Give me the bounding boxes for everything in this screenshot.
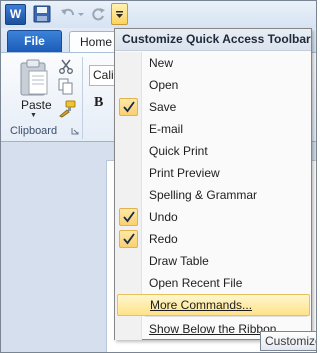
bold-button[interactable]: B [94, 95, 103, 111]
cut-icon[interactable] [58, 58, 74, 74]
chevron-down-icon [78, 13, 84, 16]
menu-item-open-recent-file[interactable]: Open Recent File [115, 272, 311, 294]
menu-item-label: New [149, 56, 174, 70]
menu-item-open[interactable]: Open [115, 74, 311, 96]
checkmark-icon [119, 230, 138, 248]
menu-item-label: Redo [149, 232, 178, 246]
checkmark-icon [119, 208, 138, 226]
menu-header: Customize Quick Access Toolbar [115, 29, 311, 51]
menu-item-quick-print[interactable]: Quick Print [115, 140, 311, 162]
redo-icon [92, 8, 105, 21]
menu-item-label: Show Below the Ribbon [149, 322, 277, 336]
menu-item-save[interactable]: Save [115, 96, 311, 118]
copy-icon[interactable] [58, 78, 74, 96]
undo-qat-button[interactable] [60, 4, 76, 25]
menu-item-label: E-mail [149, 122, 184, 136]
customize-qat-menu: Customize Quick Access Toolbar New Open … [114, 28, 312, 340]
menu-item-label: More Commands... [150, 298, 253, 312]
menu-item-draw-table[interactable]: Draw Table [115, 250, 311, 272]
menu-item-redo[interactable]: Redo [115, 228, 311, 250]
undo-icon [61, 8, 74, 16]
format-painter-icon[interactable] [58, 100, 76, 118]
menu-item-label: Save [149, 100, 177, 114]
save-icon [33, 5, 51, 23]
tab-file[interactable]: File [7, 30, 62, 52]
clipboard-icon [20, 59, 48, 96]
menu-item-label: Print Preview [149, 166, 220, 180]
menu-item-label: Undo [149, 210, 178, 224]
clipboard-group-label: Clipboard [10, 125, 58, 137]
menu-item-label: Spelling & Grammar [149, 188, 258, 202]
customize-qat-button[interactable] [111, 3, 128, 25]
redo-qat-button[interactable] [90, 4, 106, 25]
checkmark-icon [119, 98, 138, 116]
word-window: W File Home Paste ▼ Clipboard Calib B Cu… [0, 0, 317, 353]
dialog-launcher-icon[interactable] [71, 127, 79, 135]
menu-item-spelling-grammar[interactable]: Spelling & Grammar [115, 184, 311, 206]
menu-separator [145, 316, 307, 317]
menu-item-new[interactable]: New [115, 52, 311, 74]
chevron-down-icon: ▼ [30, 112, 37, 119]
paste-label: Paste [21, 98, 52, 112]
paste-button[interactable]: Paste ▼ [13, 57, 53, 119]
save-qat-button[interactable] [32, 4, 52, 25]
tooltip: Customize [260, 331, 316, 351]
menu-item-label: Open [149, 78, 179, 92]
menu-item-undo[interactable]: Undo [115, 206, 311, 228]
chevron-down-icon [116, 11, 123, 18]
group-separator [82, 57, 83, 139]
menu-item-label: Open Recent File [149, 276, 243, 290]
menu-item-label: Draw Table [149, 254, 209, 268]
menu-item-label: Quick Print [149, 144, 208, 158]
menu-item-more-commands[interactable]: More Commands... [117, 294, 310, 316]
menu-item-email[interactable]: E-mail [115, 118, 311, 140]
title-bar: W [1, 1, 316, 28]
tab-home[interactable]: Home [69, 31, 117, 52]
word-app-icon[interactable]: W [5, 4, 26, 25]
undo-dropdown-button[interactable] [76, 4, 86, 25]
menu-item-print-preview[interactable]: Print Preview [115, 162, 311, 184]
